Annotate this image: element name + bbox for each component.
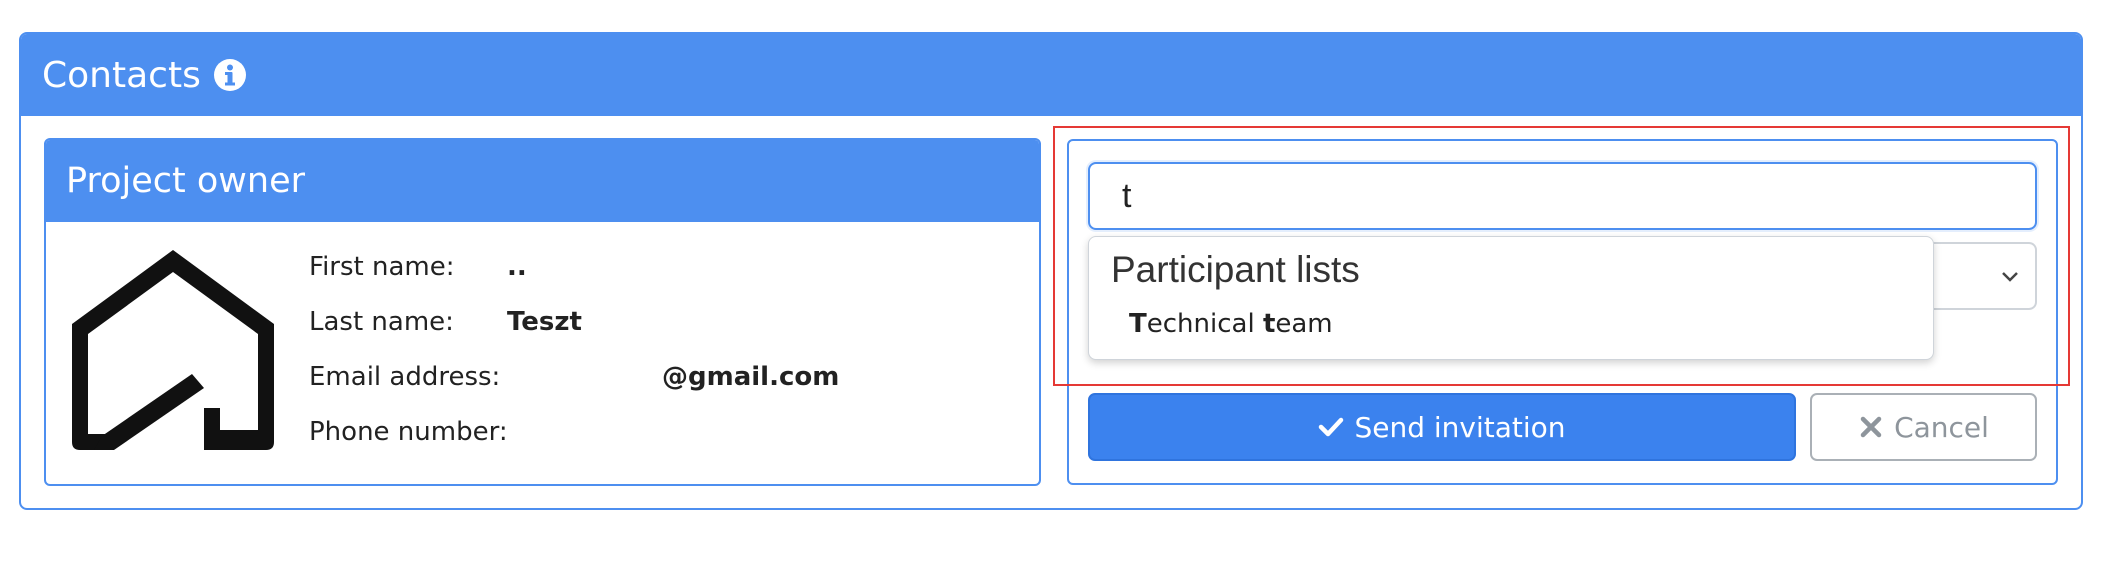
close-icon [1858,414,1884,440]
last-name-value: Teszt [507,307,582,337]
dropdown-option-technical-team[interactable]: Technical team [1129,309,1333,339]
check-icon [1318,414,1344,440]
contacts-header: Contacts [21,34,2081,116]
send-invitation-button[interactable]: Send invitation [1088,393,1796,461]
house-outline-icon [64,240,286,458]
project-owner-card: Project owner First name: .. Last name: … [44,138,1041,486]
first-name-label: First name: [309,252,455,282]
last-name-label: Last name: [309,307,454,337]
cancel-button[interactable]: Cancel [1810,393,2037,461]
send-invitation-label: Send invitation [1354,410,1566,444]
participant-search-input[interactable] [1088,162,2037,230]
project-owner-title: Project owner [66,161,306,201]
cancel-label: Cancel [1894,410,1989,444]
chevron-down-icon [1999,266,2021,288]
contacts-title: Contacts [42,54,201,96]
project-owner-header: Project owner [46,140,1039,222]
email-label: Email address: [309,362,501,392]
first-name-value: .. [507,252,527,282]
info-icon[interactable] [213,58,247,92]
dropdown-group-heading: Participant lists [1111,249,1360,290]
autocomplete-dropdown: Participant lists Technical team [1088,236,1934,360]
email-value: @gmail.com [662,362,840,392]
phone-label: Phone number: [309,417,508,447]
